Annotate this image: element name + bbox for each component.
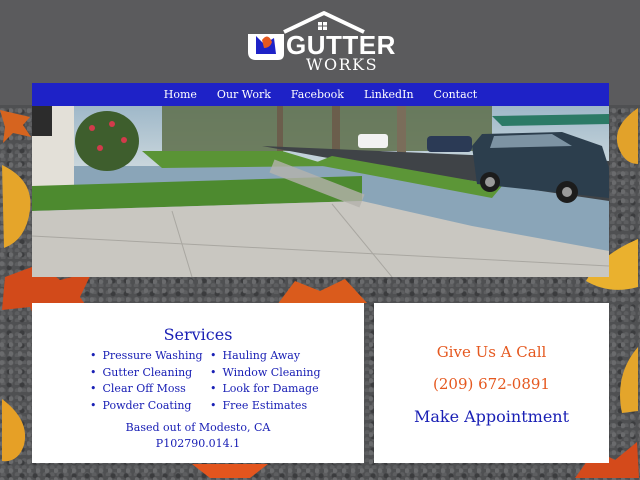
services-card: Services Pressure Washing Gutter Cleanin… bbox=[32, 303, 364, 463]
leaf-decoration bbox=[2, 165, 31, 248]
service-item: Free Estimates bbox=[210, 398, 321, 415]
service-item: Gutter Cleaning bbox=[90, 365, 203, 382]
nav-home[interactable]: Home bbox=[164, 88, 197, 101]
leaf-decoration bbox=[192, 464, 268, 478]
hero-image-clean-sidewalk bbox=[32, 106, 609, 277]
service-item: Window Cleaning bbox=[210, 365, 321, 382]
contact-card: Give Us A Call (209) 672-0891 Make Appoi… bbox=[374, 303, 609, 463]
leaf-decoration bbox=[0, 110, 31, 143]
service-item: Clear Off Moss bbox=[90, 381, 203, 398]
service-item: Hauling Away bbox=[210, 348, 321, 365]
give-us-a-call-heading: Give Us A Call bbox=[436, 343, 547, 361]
service-item: Powder Coating bbox=[90, 398, 203, 415]
nav-contact[interactable]: Contact bbox=[434, 88, 478, 101]
make-appointment-link[interactable]: Make Appointment bbox=[374, 407, 609, 426]
logo-subtitle: WORKS bbox=[306, 55, 379, 74]
services-list-right: Hauling Away Window Cleaning Look for Da… bbox=[210, 348, 321, 414]
services-list-left: Pressure Washing Gutter Cleaning Clear O… bbox=[90, 348, 203, 414]
nav-our-work[interactable]: Our Work bbox=[217, 88, 271, 101]
nav-linkedin[interactable]: LinkedIn bbox=[364, 88, 414, 101]
business-location: Based out of Modesto, CA P102790.014.1 bbox=[32, 420, 364, 452]
leaf-decoration bbox=[2, 399, 26, 462]
phone-number-link[interactable]: (209) 672-0891 bbox=[374, 375, 609, 393]
service-item: Look for Damage bbox=[210, 381, 321, 398]
services-title: Services bbox=[163, 325, 233, 344]
main-navigation: Home Our Work Facebook LinkedIn Contact bbox=[32, 83, 609, 106]
nav-facebook[interactable]: Facebook bbox=[291, 88, 344, 101]
leaf-decoration bbox=[616, 108, 638, 164]
based-out-of-text: Based out of Modesto, CA bbox=[125, 421, 271, 434]
leaf-decoration bbox=[620, 347, 638, 413]
service-item: Pressure Washing bbox=[90, 348, 203, 365]
license-number: P102790.014.1 bbox=[155, 437, 241, 450]
